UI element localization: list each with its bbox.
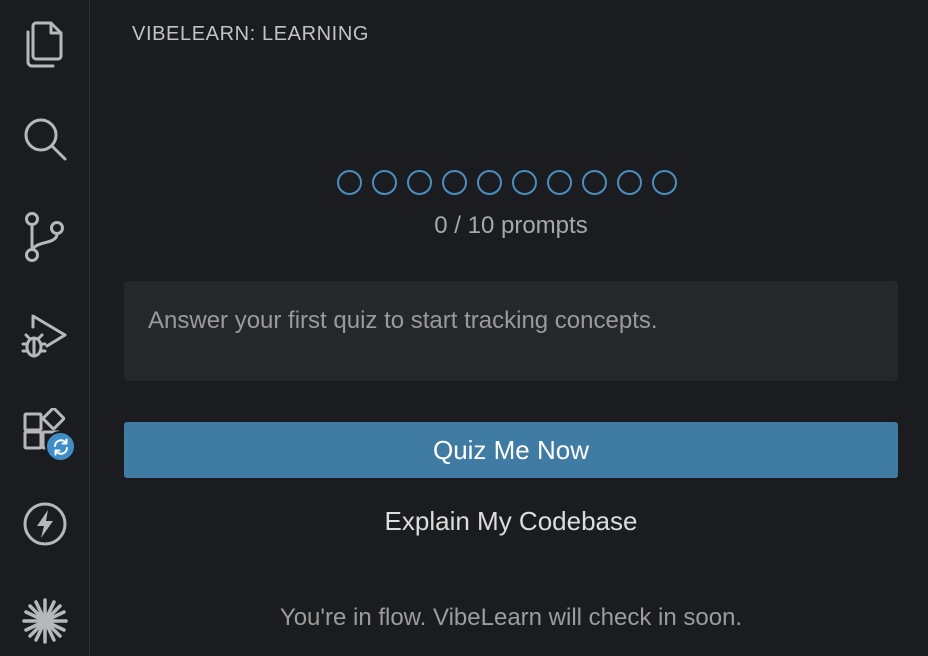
progress-dot <box>617 170 642 195</box>
activity-item-search[interactable] <box>0 95 90 185</box>
panel-title: VIBELEARN: LEARNING <box>132 23 370 45</box>
run-debug-icon <box>21 314 67 358</box>
progress-dot <box>512 170 537 195</box>
progress-dot <box>477 170 502 195</box>
prompt-progress-dots <box>337 170 677 195</box>
activity-item-extensions[interactable] <box>0 386 90 476</box>
app-window: VIBELEARN: LEARNING 0 / 10 prompts Answe… <box>0 0 928 656</box>
activity-item-sparkle[interactable] <box>0 576 90 656</box>
explain-my-codebase-link[interactable]: Explain My Codebase <box>91 506 928 537</box>
progress-dot <box>442 170 467 195</box>
extensions-update-badge <box>45 431 76 462</box>
progress-dot <box>407 170 432 195</box>
quiz-me-now-button[interactable]: Quiz Me Now <box>124 422 898 478</box>
activity-item-run-debug[interactable] <box>0 290 90 380</box>
source-control-icon <box>25 212 64 262</box>
search-icon <box>24 118 67 161</box>
progress-dot <box>547 170 572 195</box>
concepts-message: Answer your first quiz to start tracking… <box>148 307 658 334</box>
files-icon <box>26 21 63 68</box>
progress-dot <box>372 170 397 195</box>
flow-status-text: You're in flow. VibeLearn will check in … <box>279 604 743 631</box>
activity-item-vibelearn[interactable] <box>0 479 90 569</box>
activity-bar <box>0 0 90 656</box>
concepts-card: Answer your first quiz to start tracking… <box>124 281 898 381</box>
sync-icon <box>53 438 68 455</box>
vibelearn-bolt-icon <box>23 502 67 546</box>
activity-item-source-control[interactable] <box>0 192 90 282</box>
progress-dot <box>337 170 362 195</box>
sparkle-icon <box>22 598 68 644</box>
progress-dot <box>582 170 607 195</box>
vibelearn-panel: VIBELEARN: LEARNING 0 / 10 prompts Answe… <box>91 0 928 656</box>
activity-item-explorer[interactable] <box>0 0 90 90</box>
prompt-progress-label: 0 / 10 prompts <box>434 212 588 239</box>
progress-dot <box>652 170 677 195</box>
